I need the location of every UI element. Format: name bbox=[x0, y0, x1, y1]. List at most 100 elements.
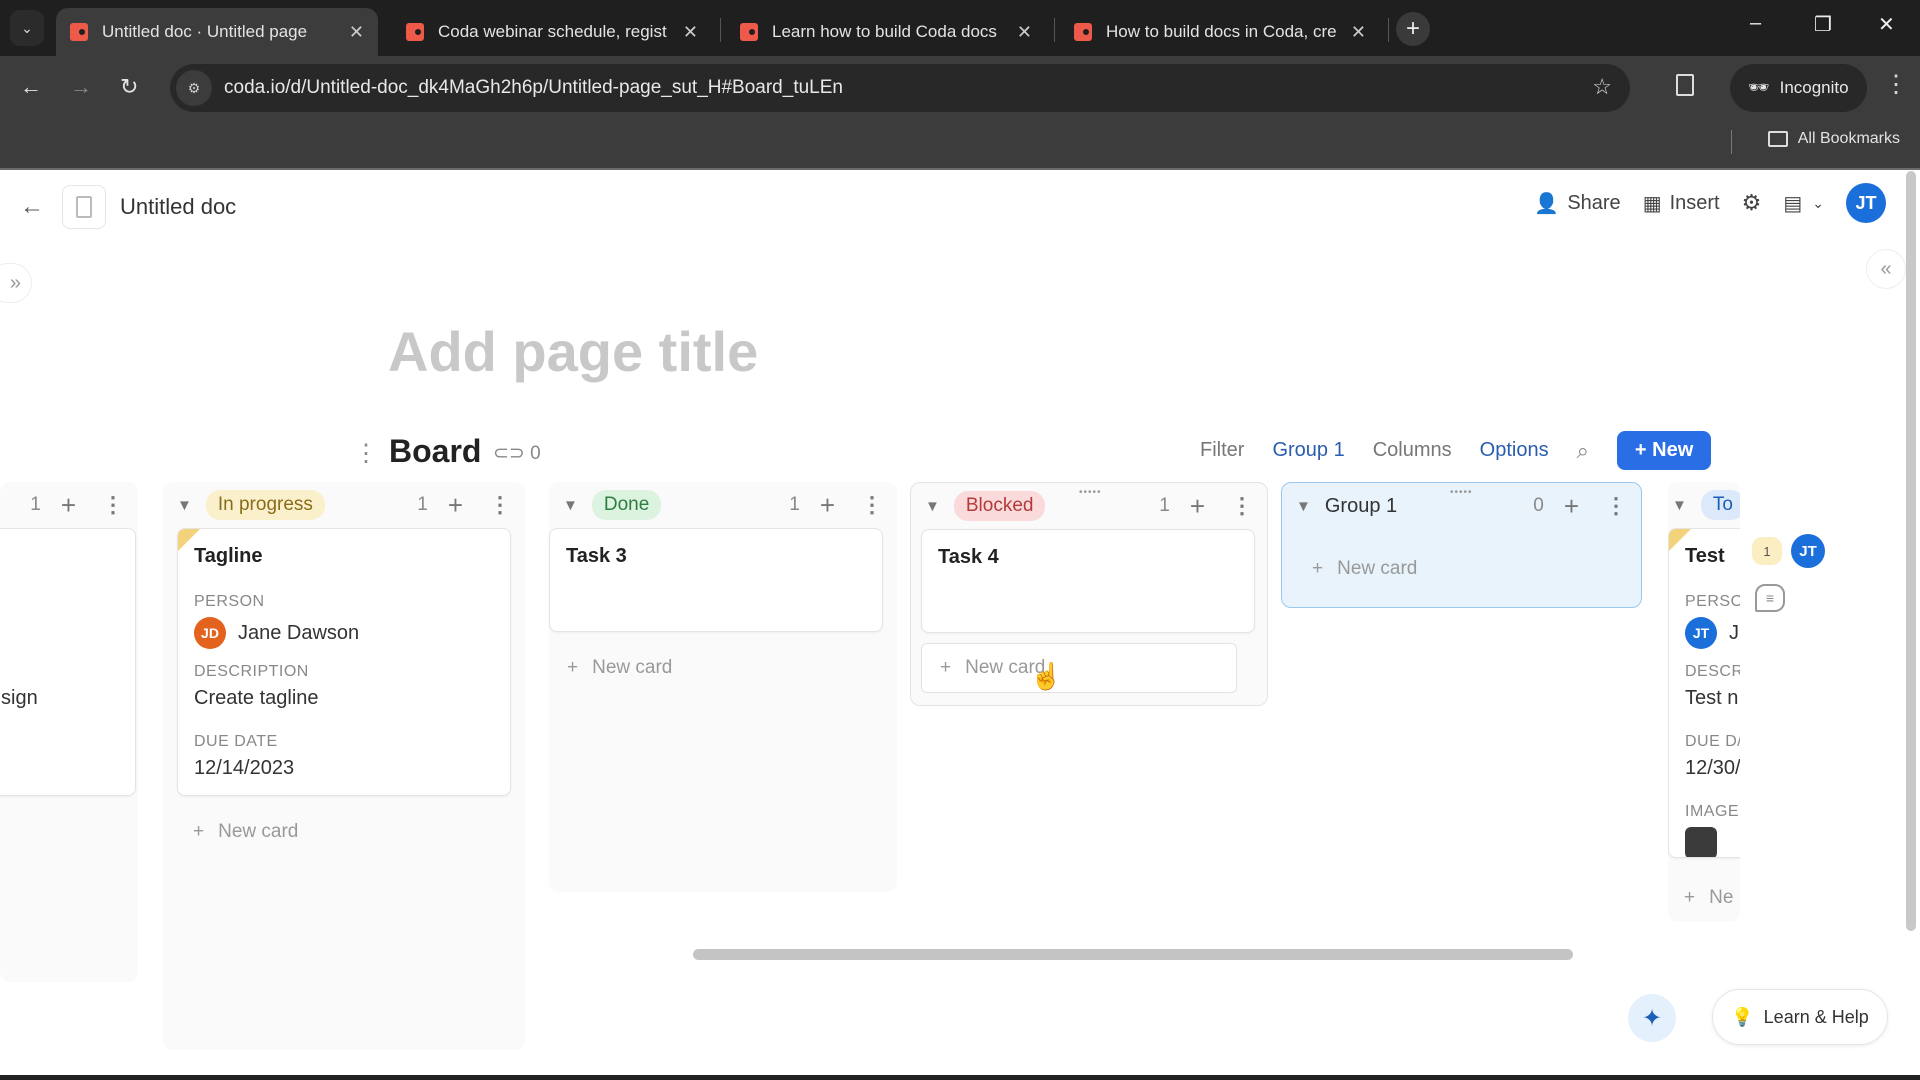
doc-title[interactable]: Untitled doc bbox=[120, 194, 236, 220]
url-text[interactable]: coda.io/d/Untitled-doc_dk4MaGh2h6p/Untit… bbox=[224, 77, 843, 99]
learn-help-button[interactable]: 💡 Learn & Help bbox=[1712, 989, 1888, 1045]
search-icon[interactable]: ⌕ bbox=[1577, 438, 1589, 464]
board-card[interactable]: sign bbox=[0, 528, 136, 796]
back-icon[interactable]: ← bbox=[20, 74, 42, 100]
ai-assistant-button[interactable]: ✦ bbox=[1628, 994, 1676, 1042]
browser-tab[interactable]: How to build docs in Coda, cre ✕ bbox=[1060, 8, 1380, 56]
settings-gear-icon[interactable]: ⚙ bbox=[1742, 190, 1762, 216]
address-bar[interactable]: ⚙ coda.io/d/Untitled-doc_dk4MaGh2h6p/Unt… bbox=[170, 64, 1630, 112]
site-info-icon[interactable]: ⚙ bbox=[176, 70, 212, 106]
add-card-icon[interactable]: + bbox=[1564, 491, 1579, 522]
column-header: ▼ Blocked 1 + ⋮ bbox=[911, 483, 1267, 529]
browser-menu-icon[interactable]: ⋮ bbox=[1884, 70, 1908, 99]
comments-icon[interactable]: ▤ bbox=[1783, 191, 1802, 216]
new-card-button[interactable]: + New card bbox=[193, 812, 298, 852]
user-avatar[interactable]: JT bbox=[1846, 183, 1886, 223]
browser-tab[interactable]: Learn how to build Coda docs ✕ bbox=[726, 8, 1046, 56]
board-menu-icon[interactable]: ⋮ bbox=[354, 439, 378, 468]
minimize-icon[interactable]: – bbox=[1750, 12, 1761, 35]
collapse-triangle-icon[interactable]: ▼ bbox=[563, 497, 578, 514]
side-panel-icon[interactable] bbox=[1676, 74, 1694, 96]
new-tab-button[interactable]: + bbox=[1396, 12, 1430, 46]
add-comment-icon[interactable]: ≡ bbox=[1755, 584, 1785, 612]
board-column: ▼ In progress 1 + ⋮ Tagline PERSON JD Ja… bbox=[163, 482, 525, 1050]
collapse-triangle-icon[interactable]: ▼ bbox=[177, 497, 192, 514]
insert-button[interactable]: ▦ Insert bbox=[1643, 191, 1720, 216]
collapse-panel-button[interactable]: « bbox=[1866, 249, 1906, 289]
tab-close-icon[interactable]: ✕ bbox=[683, 22, 698, 43]
chevron-down-icon[interactable]: ⌄ bbox=[1812, 195, 1824, 212]
page-title-placeholder[interactable]: Add page title bbox=[388, 319, 758, 384]
collapse-triangle-icon[interactable]: ▼ bbox=[1296, 498, 1311, 515]
chevron-down-icon: ⌄ bbox=[21, 19, 33, 36]
board-column: ▼ Done 1 + ⋮ Task 3 + New card bbox=[549, 482, 897, 892]
board-card[interactable]: Test PERSO JT J DESCR Test n DUE D/ 12/3… bbox=[1668, 528, 1740, 858]
board-card[interactable]: Tagline PERSON JD Jane Dawson DESCRIPTIO… bbox=[177, 528, 511, 796]
board-column: ••••• ▼ Group 1 0 + ⋮ + New card bbox=[1281, 482, 1642, 608]
expand-sidebar-button[interactable]: » bbox=[0, 263, 32, 303]
field-label: PERSON bbox=[194, 593, 265, 610]
column-menu-icon[interactable]: ⋮ bbox=[1605, 493, 1627, 519]
new-card-button[interactable]: + Ne bbox=[1684, 878, 1733, 918]
group-button[interactable]: Group 1 bbox=[1272, 439, 1344, 462]
share-button[interactable]: 👤 Share bbox=[1534, 191, 1620, 216]
board-link-count[interactable]: ⊂⊃ 0 bbox=[493, 442, 541, 465]
lightbulb-icon: 💡 bbox=[1731, 1006, 1754, 1027]
card-title: Task 3 bbox=[566, 545, 627, 567]
options-button[interactable]: Options bbox=[1480, 439, 1549, 462]
tab-close-icon[interactable]: ✕ bbox=[1017, 22, 1032, 43]
new-card-button[interactable]: + New card bbox=[1312, 549, 1417, 589]
collapse-triangle-icon[interactable]: ▼ bbox=[1672, 497, 1687, 514]
tab-search-button[interactable]: ⌄ bbox=[10, 10, 44, 46]
insert-label: Insert bbox=[1669, 191, 1720, 214]
browser-tab[interactable]: Untitled doc · Untitled page ✕ bbox=[56, 8, 378, 56]
plus-icon: + bbox=[1684, 887, 1696, 908]
status-pill: In progress bbox=[205, 490, 325, 520]
board-card[interactable]: Task 4 bbox=[921, 529, 1255, 633]
tab-title: Untitled doc · Untitled page bbox=[102, 22, 308, 41]
doc-icon[interactable] bbox=[62, 185, 106, 229]
column-menu-icon[interactable]: ⋮ bbox=[1231, 493, 1253, 519]
forward-icon[interactable]: → bbox=[70, 74, 92, 100]
column-header: 1 + ⋮ bbox=[0, 482, 138, 528]
columns-button[interactable]: Columns bbox=[1373, 439, 1452, 462]
add-card-icon[interactable]: + bbox=[448, 490, 463, 521]
vertical-scrollbar[interactable] bbox=[1906, 171, 1916, 931]
new-card-button[interactable]: + New card bbox=[567, 648, 672, 688]
bookmark-star-icon[interactable]: ☆ bbox=[1592, 74, 1612, 100]
window-close-icon[interactable]: ✕ bbox=[1878, 12, 1895, 37]
board-title[interactable]: Board bbox=[389, 433, 481, 470]
person-icon: 👤 bbox=[1534, 192, 1560, 215]
coda-favicon-icon bbox=[740, 23, 758, 41]
add-card-icon[interactable]: + bbox=[820, 490, 835, 521]
bookmarks-bar: All Bookmarks bbox=[0, 120, 1920, 170]
board-card[interactable]: Task 3 bbox=[549, 528, 883, 632]
reload-icon[interactable]: ↻ bbox=[120, 74, 138, 100]
comment-count-badge[interactable]: 1 bbox=[1752, 537, 1782, 565]
image-thumbnail[interactable] bbox=[1685, 827, 1717, 857]
new-card-button[interactable]: + New card bbox=[921, 643, 1237, 693]
back-arrow-icon[interactable]: ← bbox=[20, 193, 44, 221]
group-label[interactable]: Group 1 bbox=[1325, 495, 1397, 518]
collapse-triangle-icon[interactable]: ▼ bbox=[925, 498, 940, 515]
filter-button[interactable]: Filter bbox=[1200, 439, 1244, 462]
all-bookmarks-button[interactable]: All Bookmarks bbox=[1767, 130, 1900, 148]
horizontal-scrollbar[interactable] bbox=[693, 949, 1573, 960]
field-label: PERSO bbox=[1685, 593, 1740, 610]
incognito-indicator[interactable]: 🕶 Incognito bbox=[1730, 64, 1867, 112]
add-card-icon[interactable]: + bbox=[61, 490, 76, 521]
restore-icon[interactable]: ❐ bbox=[1814, 12, 1832, 37]
add-card-icon[interactable]: + bbox=[1190, 491, 1205, 522]
column-menu-icon[interactable]: ⋮ bbox=[489, 492, 511, 518]
card-title: Task 4 bbox=[938, 546, 999, 568]
new-row-button[interactable]: + New bbox=[1616, 431, 1712, 470]
column-menu-icon[interactable]: ⋮ bbox=[861, 492, 883, 518]
link-count: 0 bbox=[530, 443, 541, 464]
tab-title: Coda webinar schedule, regist bbox=[438, 22, 667, 41]
browser-tab[interactable]: Coda webinar schedule, regist ✕ bbox=[392, 8, 712, 56]
tab-close-icon[interactable]: ✕ bbox=[349, 22, 364, 43]
tab-close-icon[interactable]: ✕ bbox=[1351, 22, 1366, 43]
column-menu-icon[interactable]: ⋮ bbox=[102, 492, 124, 518]
commenter-avatar[interactable]: JT bbox=[1791, 534, 1825, 568]
card-person: JT J bbox=[1685, 617, 1739, 649]
